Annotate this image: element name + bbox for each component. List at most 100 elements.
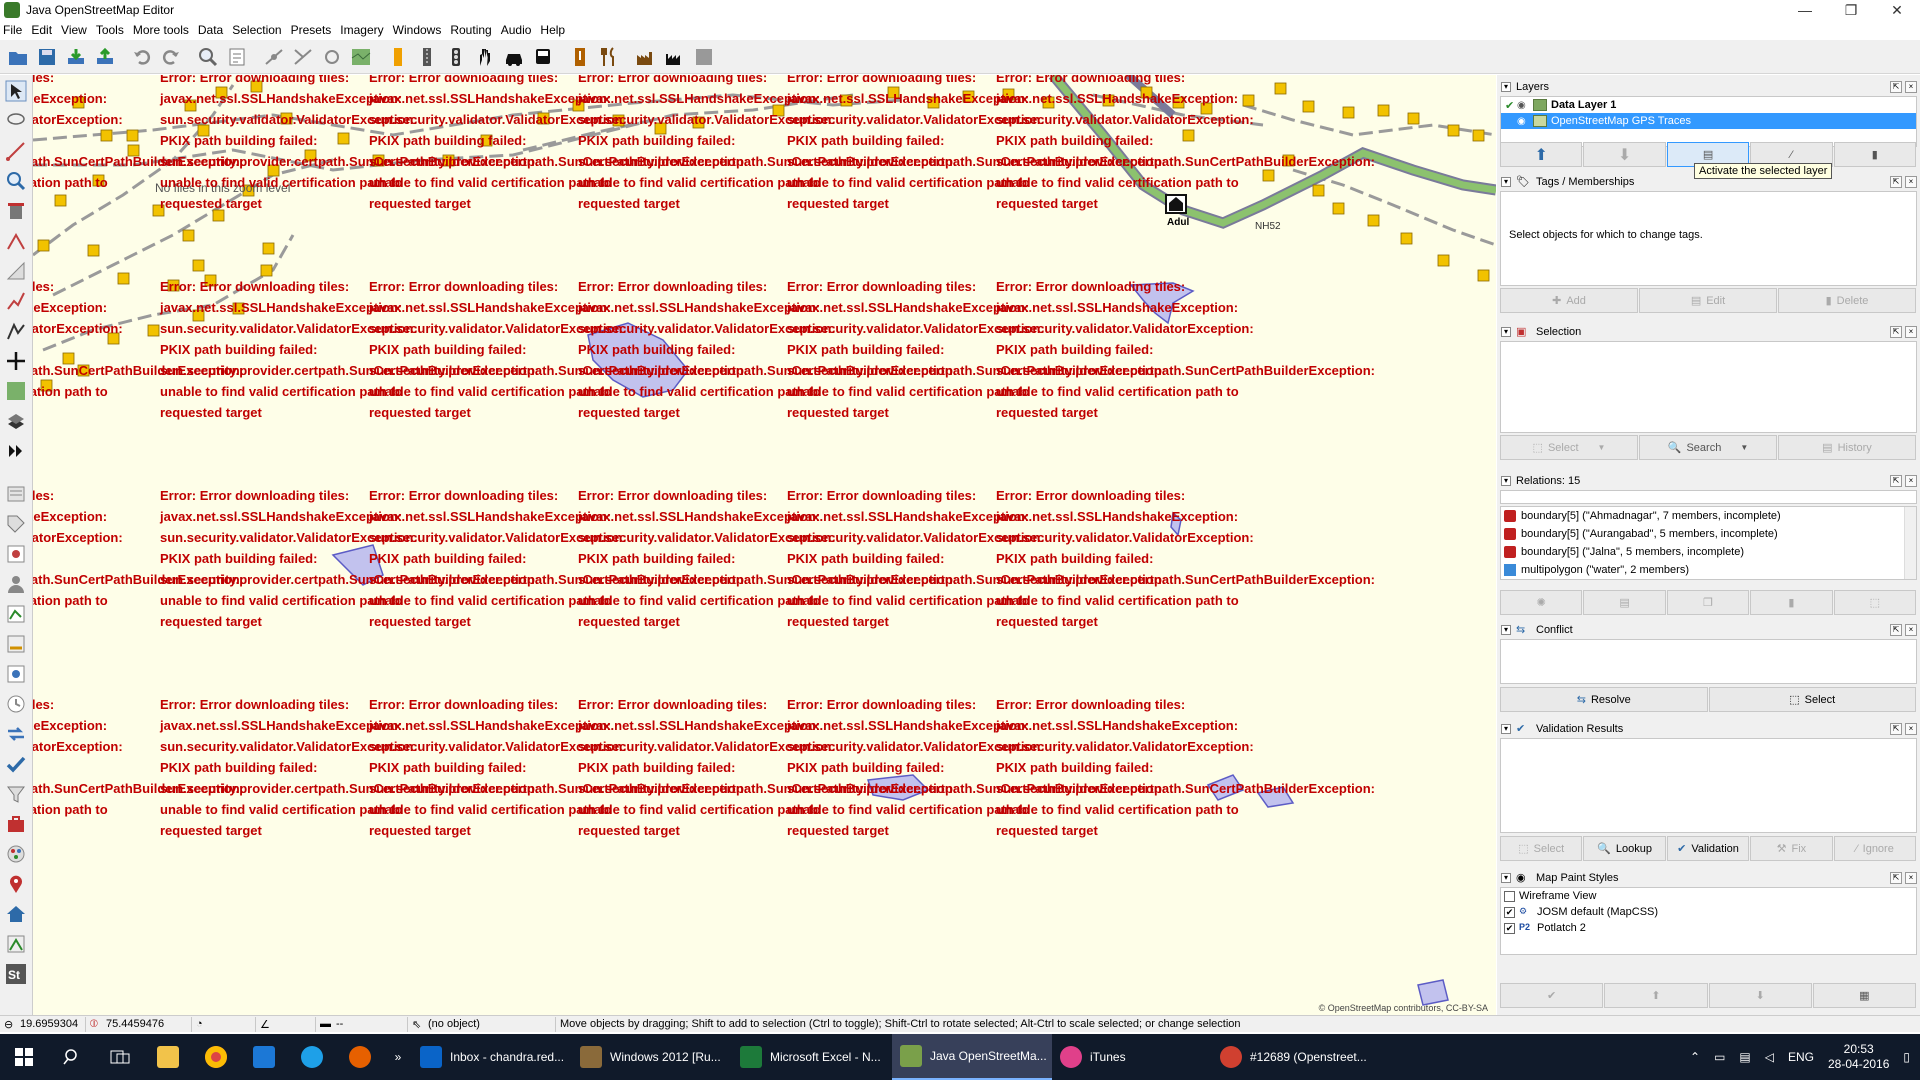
dropdown-arrow-icon[interactable]: ▼ — [1598, 443, 1606, 452]
validation-tree[interactable] — [1500, 738, 1917, 833]
collapse-toggle-icon[interactable]: ▾ — [1501, 81, 1511, 92]
collapse-toggle-icon[interactable]: ▾ — [1501, 176, 1511, 187]
detach-icon[interactable]: ⇱ — [1890, 871, 1902, 884]
validation-button[interactable]: ✔ Validation — [1666, 836, 1750, 861]
menu-help[interactable]: Help — [540, 23, 565, 37]
close-panel-icon[interactable]: × — [1905, 474, 1917, 487]
close-button[interactable]: ✕ — [1874, 2, 1920, 19]
menu-edit[interactable]: Edit — [31, 23, 52, 37]
undo-button[interactable] — [128, 43, 155, 70]
layers-panel-header[interactable]: ▾ Layers ⇱ × — [1497, 77, 1920, 96]
detach-icon[interactable]: ⇱ — [1890, 722, 1902, 735]
relations-scrollbar[interactable] — [1904, 507, 1916, 579]
menu-view[interactable]: View — [61, 23, 87, 37]
toggle-userlist-button[interactable] — [1, 569, 31, 598]
activate-style-button[interactable]: ✔ — [1500, 983, 1604, 1008]
delete-relation-button[interactable]: ▮ — [1750, 590, 1833, 615]
collapse-toggle-icon[interactable]: ▾ — [1501, 326, 1511, 337]
select-button[interactable]: ⬚ Select ▼ — [1500, 435, 1638, 460]
conflict-list[interactable] — [1500, 639, 1917, 684]
taskbar-app-chrome-ticket[interactable]: #12689 (Openstreet... — [1212, 1034, 1372, 1080]
duplicate-relation-button[interactable]: ❐ — [1666, 590, 1750, 615]
preset-info-board-button[interactable] — [566, 43, 593, 70]
preset-hand-button[interactable] — [471, 43, 498, 70]
move-down-button[interactable]: ⬇ — [1583, 142, 1666, 167]
conflict-panel-header[interactable]: ▾ ⇆ Conflict ⇱ × — [1497, 620, 1920, 639]
validation-select-button[interactable]: ⬚ Select — [1500, 836, 1583, 861]
layer-gps-traces[interactable]: ◉ OpenStreetMap GPS Traces — [1501, 113, 1916, 129]
preset-traffic-light-button[interactable] — [442, 43, 469, 70]
toggle-authors-button[interactable] — [1, 809, 31, 838]
chrome-button[interactable] — [192, 1034, 240, 1080]
notification-icon[interactable]: ▤ — [1739, 1050, 1750, 1064]
history-button[interactable]: ▤ History — [1778, 435, 1916, 460]
relations-filter-input[interactable] — [1500, 490, 1917, 504]
search-button[interactable] — [48, 1034, 96, 1080]
preset-bus-button[interactable] — [529, 43, 556, 70]
move-up-button[interactable]: ⬆ — [1500, 142, 1583, 167]
clock[interactable]: 20:53 28-04-2016 — [1828, 1042, 1889, 1072]
toggle-changesets-button[interactable] — [1, 659, 31, 688]
relations-panel-header[interactable]: ▾ Relations: 15 ⇱ × — [1497, 471, 1920, 490]
preset-restaurant-button[interactable] — [595, 43, 622, 70]
menu-data[interactable]: Data — [198, 23, 223, 37]
toggle-mapstyles-button[interactable] — [1, 839, 31, 868]
move-button[interactable] — [1, 346, 31, 375]
select-relation-button[interactable]: ⬚ — [1833, 590, 1917, 615]
delete-mode-button[interactable] — [1, 196, 31, 225]
select-mode-button[interactable] — [1, 76, 31, 105]
taskbar-app-windows2012[interactable]: Windows 2012 [Ru... — [572, 1034, 732, 1080]
minimize-button[interactable]: — — [1782, 2, 1828, 19]
task-view-button[interactable] — [96, 1034, 144, 1080]
menu-routing[interactable]: Routing — [450, 23, 491, 37]
menu-file[interactable]: File — [3, 23, 22, 37]
detach-icon[interactable]: ⇱ — [1890, 80, 1902, 93]
preset-industrial-button[interactable] — [661, 43, 688, 70]
style-potlatch-row[interactable]: ✔ P2 Potlatch 2 — [1501, 920, 1916, 936]
relation-row[interactable]: multipolygon ("water", 2 members) — [1501, 561, 1916, 579]
ignore-button[interactable]: ⁄ Ignore — [1833, 836, 1917, 861]
map-view-button[interactable] — [1, 376, 31, 405]
toggle-validation-button[interactable] — [1, 749, 31, 778]
align-button[interactable] — [1, 316, 31, 345]
preset-building-button[interactable] — [632, 43, 659, 70]
taskbar-app-josm[interactable]: Java OpenStreetMa... — [892, 1034, 1052, 1080]
taskbar-app-itunes[interactable]: iTunes — [1052, 1034, 1212, 1080]
edge-button[interactable] — [240, 1034, 288, 1080]
toggle-conflict-button[interactable] — [1, 719, 31, 748]
layers-stack-button[interactable] — [1, 406, 31, 435]
detach-icon[interactable]: ⇱ — [1890, 623, 1902, 636]
open-file-button[interactable] — [4, 43, 31, 70]
firefox-button[interactable] — [336, 1034, 384, 1080]
toggle-history-button[interactable] — [1, 689, 31, 718]
collapse-toggle-icon[interactable]: ▾ — [1501, 723, 1511, 734]
collapse-toggle-icon[interactable]: ▾ — [1501, 872, 1511, 883]
visibility-eye-icon[interactable]: ◉ — [1517, 116, 1531, 127]
delete-tag-button[interactable]: ▮ Delete — [1778, 288, 1916, 313]
improve-way-button[interactable] — [1, 286, 31, 315]
toggle-imagery-offset-button[interactable] — [1, 929, 31, 958]
language-indicator[interactable]: ENG — [1788, 1050, 1814, 1064]
style-wireframe-row[interactable]: Wireframe View — [1501, 888, 1916, 904]
relation-row[interactable]: boundary[5] ("Ahmadnagar", 7 members, in… — [1501, 507, 1916, 525]
extrude-mode-button[interactable] — [1, 256, 31, 285]
close-panel-icon[interactable]: × — [1905, 623, 1917, 636]
file-explorer-button[interactable] — [144, 1034, 192, 1080]
mapstyles-panel-header[interactable]: ▾ ◉ Map Paint Styles ⇱ × — [1497, 868, 1920, 887]
lasso-mode-button[interactable] — [1, 106, 31, 135]
draw-mode-button[interactable] — [1, 136, 31, 165]
lookup-button[interactable]: 🔍 Lookup — [1583, 836, 1666, 861]
preset-car-button[interactable] — [500, 43, 527, 70]
visibility-eye-icon[interactable]: ◉ — [1517, 100, 1531, 111]
action-center-icon[interactable]: ▯ — [1903, 1050, 1910, 1064]
info-button[interactable] — [223, 43, 250, 70]
menu-tools[interactable]: Tools — [96, 23, 124, 37]
preset-road-button[interactable] — [413, 43, 440, 70]
relation-row[interactable]: boundary[5] ("Jalna", 5 members, incompl… — [1501, 543, 1916, 561]
close-panel-icon[interactable]: × — [1905, 175, 1917, 188]
style-checkbox[interactable]: ✔ — [1504, 906, 1515, 918]
combine-way-button[interactable] — [289, 43, 316, 70]
menu-audio[interactable]: Audio — [501, 23, 532, 37]
dropdown-arrow-icon[interactable]: ▼ — [1740, 443, 1748, 452]
fix-button[interactable]: ⚒ Fix — [1750, 836, 1833, 861]
